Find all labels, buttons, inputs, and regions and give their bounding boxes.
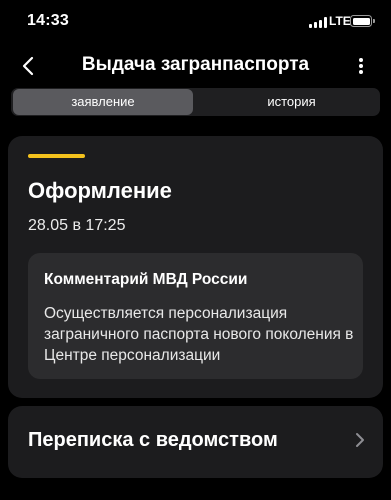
status-card: Оформление 28.05 в 17:25 Комментарий МВД… (8, 136, 383, 398)
comment-text: Осуществляется персонализация загранично… (44, 305, 354, 364)
status-time: 14:33 (27, 12, 69, 29)
chevron-right-icon (356, 433, 364, 447)
battery-cap (373, 19, 375, 23)
correspondence-label: Переписка с ведомством (28, 429, 278, 451)
nav-bar: Выдача загранпаспорта (0, 44, 391, 88)
comment-title: Комментарий МВД России (44, 271, 248, 288)
correspondence-button[interactable]: Переписка с ведомством (8, 406, 383, 478)
battery-icon (350, 15, 372, 27)
ministry-comment: Комментарий МВД России Осуществляется пе… (28, 253, 363, 379)
tab-history[interactable]: история (205, 89, 378, 115)
network-type: LTE (329, 14, 351, 28)
page-title: Выдача загранпаспорта (81, 54, 310, 75)
more-vertical-icon[interactable] (351, 54, 371, 78)
status-accent-bar (28, 154, 85, 158)
segmented-control: заявление история (11, 88, 380, 116)
app-screen: 14:33 LTE Выдача загранпаспорта заявлени… (0, 0, 391, 500)
status-date: 28.05 в 17:25 (28, 217, 126, 234)
status-bar: 14:33 LTE (0, 0, 391, 44)
tab-application[interactable]: заявление (13, 89, 193, 115)
signal-icon (309, 17, 327, 28)
status-title: Оформление (28, 178, 172, 203)
